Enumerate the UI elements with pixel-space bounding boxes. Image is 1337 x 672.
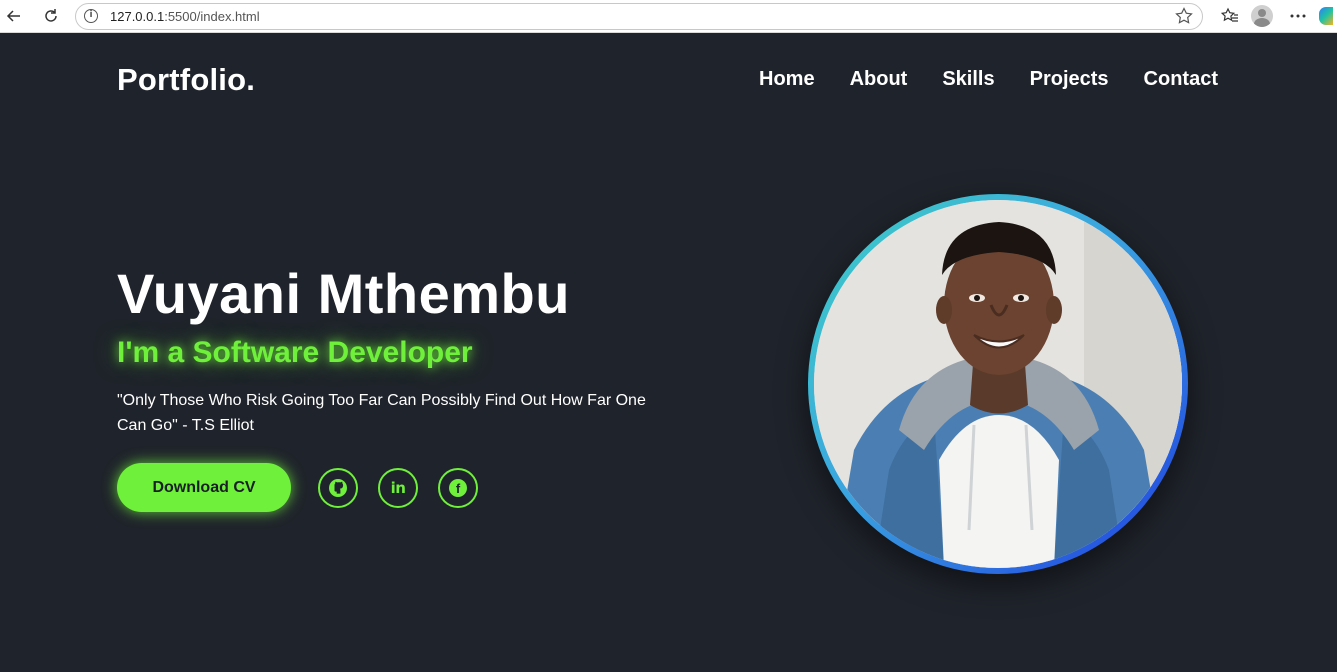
- linkedin-link[interactable]: in: [378, 468, 418, 508]
- nav-skills[interactable]: Skills: [942, 68, 994, 91]
- profile-photo: [814, 200, 1182, 568]
- back-arrow-icon[interactable]: [3, 5, 25, 27]
- more-options-icon[interactable]: [1287, 5, 1309, 27]
- url-path: :5500/index.html: [164, 8, 260, 24]
- bookmark-star-icon[interactable]: [1174, 6, 1194, 27]
- hero-quote: "Only Those Who Risk Going Too Far Can P…: [117, 392, 646, 434]
- url-text[interactable]: 127.0.0.1:5500/index.html: [110, 9, 260, 24]
- download-cv-button[interactable]: Download CV: [117, 463, 291, 512]
- nav-contact[interactable]: Contact: [1144, 68, 1218, 91]
- hero-name: Vuyani Mthembu: [117, 262, 570, 325]
- copilot-icon[interactable]: [1319, 7, 1333, 25]
- profile-photo-frame: [808, 194, 1188, 574]
- profile-avatar-icon[interactable]: [1251, 5, 1273, 27]
- favorites-icon[interactable]: [1219, 5, 1241, 27]
- github-icon: [329, 479, 347, 497]
- profile-photo-illustration: [814, 200, 1182, 568]
- browser-toolbar: i 127.0.0.1:5500/index.html: [0, 0, 1337, 33]
- hero-role: I'm a Software Developer: [117, 336, 473, 369]
- reload-icon[interactable]: [40, 5, 62, 27]
- social-links: in f: [318, 468, 478, 508]
- nav-projects[interactable]: Projects: [1030, 68, 1109, 91]
- main-nav: Home About Skills Projects Contact: [759, 68, 1218, 91]
- url-host: 127.0.0.1: [110, 8, 165, 24]
- linkedin-icon: in: [390, 479, 406, 497]
- github-link[interactable]: [318, 468, 358, 508]
- address-bar[interactable]: i 127.0.0.1:5500/index.html: [75, 2, 1203, 30]
- facebook-link[interactable]: f: [438, 468, 478, 508]
- portfolio-page: Portfolio. Home About Skills Projects Co…: [0, 34, 1337, 672]
- site-logo[interactable]: Portfolio.: [117, 62, 255, 98]
- facebook-icon: f: [449, 479, 467, 497]
- site-info-icon[interactable]: i: [84, 9, 98, 23]
- nav-about[interactable]: About: [850, 68, 908, 91]
- nav-home[interactable]: Home: [759, 68, 815, 91]
